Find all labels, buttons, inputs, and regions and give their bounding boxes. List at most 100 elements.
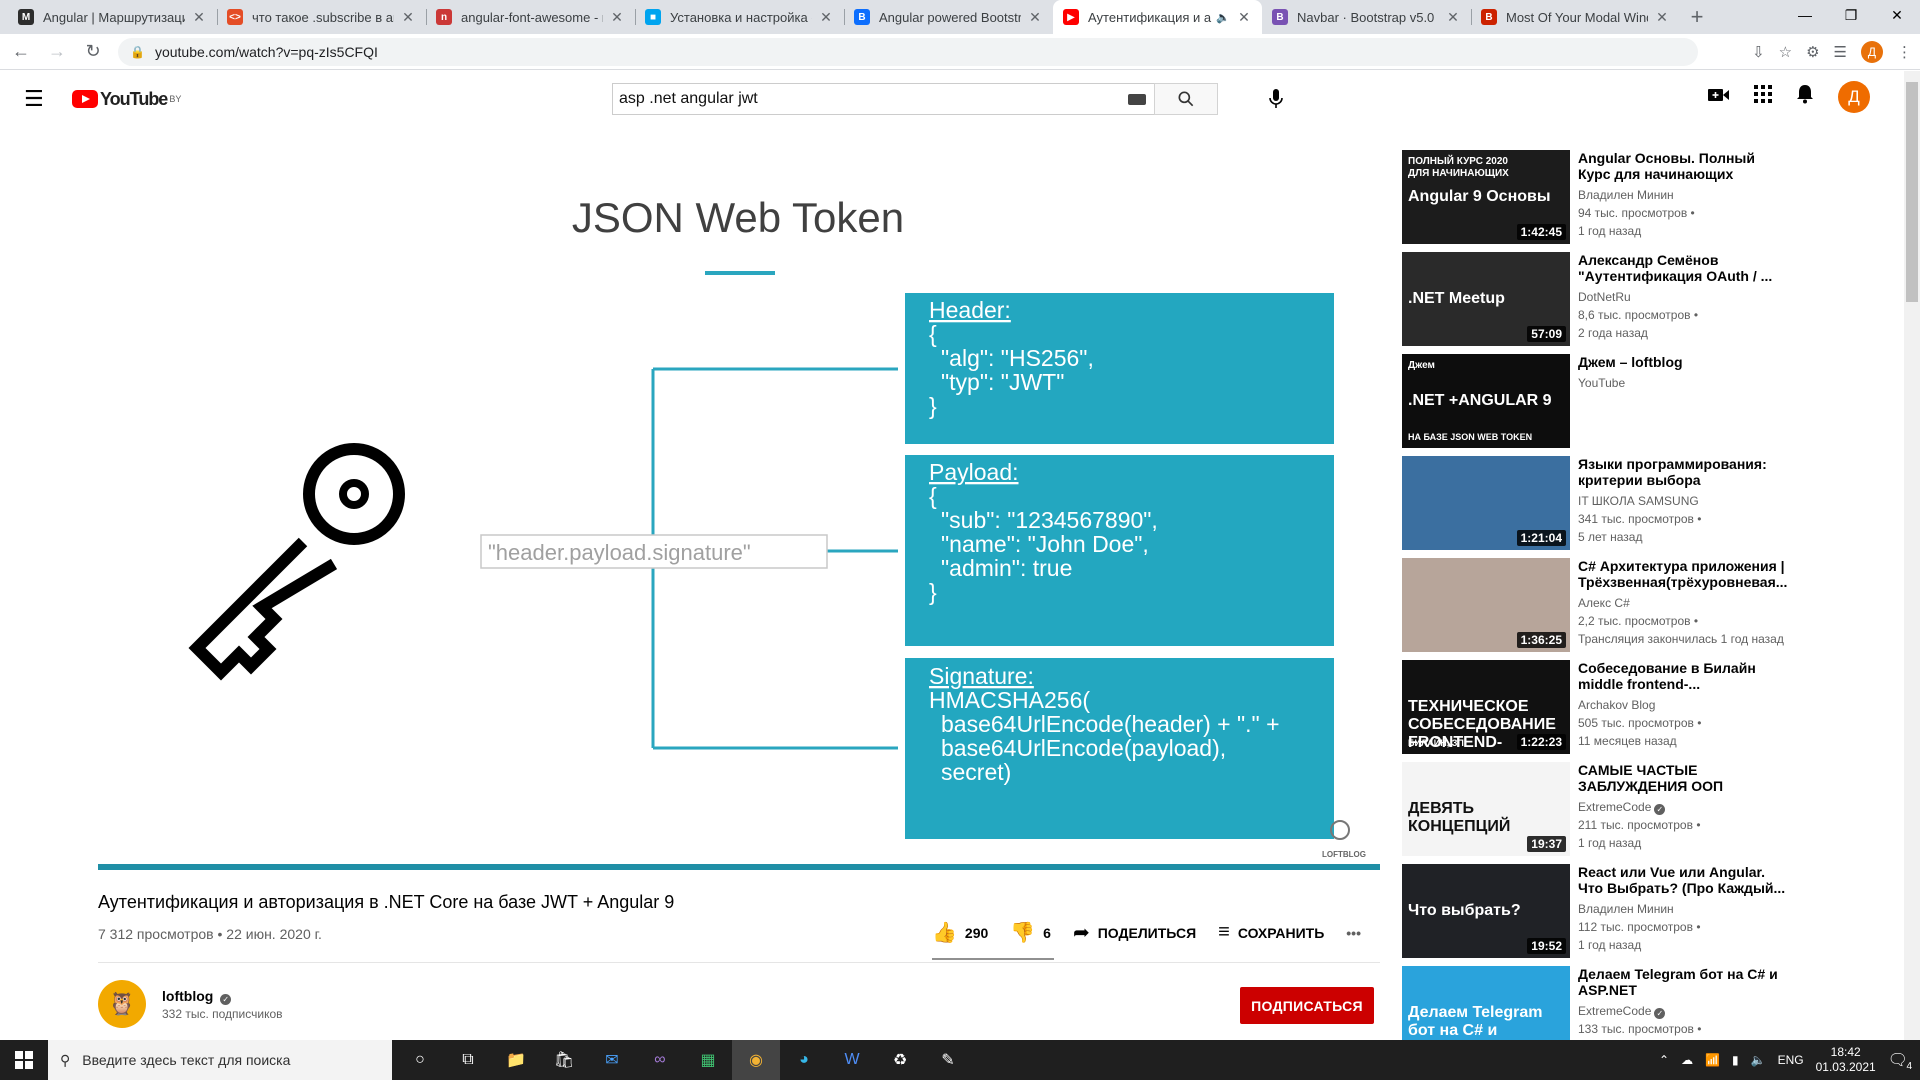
recommendation-title[interactable]: React или Vue или Angular. Что Выбрать? … (1578, 864, 1788, 896)
tray-network-icon[interactable]: 📶 (1705, 1053, 1720, 1067)
forward-icon[interactable]: → (42, 37, 72, 67)
dislike-button[interactable]: 👎 6 (1010, 920, 1051, 945)
recommendation-item[interactable]: 1:36:25 C# Архитектура приложения | Трёхз… (1402, 558, 1792, 660)
tab-close-icon[interactable]: ✕ (609, 9, 625, 26)
tab-close-icon[interactable]: ✕ (400, 9, 416, 26)
close-window-icon[interactable]: ✕ (1874, 0, 1920, 30)
recommendation-item[interactable]: Джем .NET +ANGULAR 9 НА БАЗЕ JSON WEB TOKE… (1402, 354, 1792, 456)
new-tab-button[interactable]: + (1680, 0, 1714, 34)
tray-volume-icon[interactable]: 🔈 (1751, 1053, 1766, 1067)
video-thumbnail[interactable]: ПОЛНЫЙ КУРС 2020 ДЛЯ НАЧИНАЮЩИХ Angular 9… (1402, 150, 1570, 244)
browser-tab[interactable]: n angular-font-awesome - npm ✕ (426, 0, 635, 34)
tab-close-icon[interactable]: ✕ (1654, 9, 1670, 26)
extensions-puzzle-icon[interactable]: ⚙ (1806, 43, 1819, 61)
mail-icon[interactable]: ✉ (588, 1040, 636, 1080)
recommendation-channel[interactable]: DotNetRu (1578, 290, 1631, 304)
install-icon[interactable]: ⇩ (1752, 43, 1765, 61)
tab-close-icon[interactable]: ✕ (818, 9, 834, 26)
visual-studio-icon[interactable]: ∞ (636, 1040, 684, 1080)
video-thumbnail[interactable]: .NET Meetup 57:09 (1402, 252, 1570, 346)
task-view-icon[interactable]: ⧉ (444, 1040, 492, 1080)
more-actions-button[interactable]: ••• (1346, 925, 1361, 941)
reload-icon[interactable]: ↻ (78, 37, 108, 67)
video-thumbnail[interactable]: Джем .NET +ANGULAR 9 НА БАЗЕ JSON WEB TOKE… (1402, 354, 1570, 448)
voice-search-mic-icon[interactable] (1262, 85, 1290, 113)
like-button[interactable]: 👍 290 (932, 920, 988, 945)
recommendation-title[interactable]: Собеседование в Билайн middle frontend-.… (1578, 660, 1788, 692)
video-thumbnail[interactable]: ДЕВЯТЬ КОНЦЕПЦИЙ 19:37 (1402, 762, 1570, 856)
video-player[interactable]: JSON Web Token "header.payload.signature… (98, 150, 1380, 872)
url-input[interactable]: 🔒 youtube.com/watch?v=pq-zIs5CFQI (118, 37, 1698, 66)
subscribe-button[interactable]: ПОДПИСАТЬСЯ (1240, 987, 1374, 1024)
edge-icon[interactable]: ◕ (780, 1040, 828, 1080)
tray-chevron-icon[interactable]: ⌃ (1659, 1053, 1669, 1067)
video-thumbnail[interactable]: ТЕХНИЧЕСКОЕ СОБЕСЕДОВАНИЕ FRONTEND-РАЗРА… (1402, 660, 1570, 754)
notes-app-icon[interactable]: ✎ (924, 1040, 972, 1080)
save-button[interactable]: ≡ СОХРАНИТЬ (1218, 921, 1324, 944)
chrome-icon[interactable]: ◉ (732, 1040, 780, 1080)
recommendation-item[interactable]: Что выбрать? 19:52 React или Vue или Angul… (1402, 864, 1792, 966)
recommendation-item[interactable]: ДЕВЯТЬ КОНЦЕПЦИЙ 19:37 САМЫЕ ЧАСТЫЕ ЗАБЛУЖ… (1402, 762, 1792, 864)
recommendation-channel[interactable]: Archakov Blog (1578, 698, 1655, 712)
video-thumbnail[interactable]: 1:36:25 (1402, 558, 1570, 652)
recommendation-title[interactable]: САМЫЕ ЧАСТЫЕ ЗАБЛУЖДЕНИЯ ООП (1578, 762, 1788, 794)
minimize-icon[interactable]: — (1782, 0, 1828, 30)
recommendation-channel[interactable]: IT ШКОЛА SAMSUNG (1578, 494, 1699, 508)
tab-close-icon[interactable]: ✕ (191, 9, 207, 26)
recommendation-title[interactable]: Angular Основы. Полный Курс для начинающ… (1578, 150, 1788, 182)
excel-icon[interactable]: ▦ (684, 1040, 732, 1080)
tab-close-icon[interactable]: ✕ (1445, 9, 1461, 26)
browser-tab[interactable]: ■ Установка и настройка сервера ✕ (635, 0, 844, 34)
recommendation-title[interactable]: C# Архитектура приложения | Трёхзвенная(… (1578, 558, 1788, 590)
channel-avatar[interactable]: 🦉 (98, 980, 146, 1028)
recommendation-item[interactable]: .NET Meetup 57:09 Александр Семёнов "Аутен… (1402, 252, 1792, 354)
browser-tab[interactable]: B Angular powered Bootstrap ✕ (844, 0, 1053, 34)
file-explorer-icon[interactable]: 📁 (492, 1040, 540, 1080)
recommendation-item[interactable]: ТЕХНИЧЕСКОЕ СОБЕСЕДОВАНИЕ FRONTEND-РАЗРА… (1402, 660, 1792, 762)
browser-tab[interactable]: <> что такое .subscribe в angular ✕ (217, 0, 426, 34)
recommendation-title[interactable]: Языки программирования: критерии выбора (1578, 456, 1788, 488)
bookmark-star-icon[interactable]: ☆ (1779, 43, 1792, 61)
recommendation-title[interactable]: Джем – loftblog (1578, 354, 1788, 370)
recommendation-channel[interactable]: Алекс C# (1578, 596, 1630, 610)
tab-close-icon[interactable]: ✕ (1236, 9, 1252, 26)
create-video-icon[interactable] (1708, 86, 1730, 109)
youtube-logo[interactable]: YouTube BY (72, 89, 181, 110)
channel-name[interactable]: loftblog ✓ (162, 988, 232, 1005)
notification-center-icon[interactable]: 🗨 4 (1888, 1050, 1912, 1072)
language-indicator[interactable]: ENG (1778, 1053, 1804, 1067)
search-button[interactable] (1154, 83, 1218, 115)
recommendation-item[interactable]: 1:21:04 Языки программирования: критерии … (1402, 456, 1792, 558)
video-thumbnail[interactable]: Что выбрать? 19:52 (1402, 864, 1570, 958)
search-input[interactable]: asp .net angular jwt (612, 83, 1154, 115)
video-progress-bar[interactable] (98, 864, 1380, 870)
recommendation-title[interactable]: Делаем Telegram бот на C# и ASP.NET (1578, 966, 1788, 998)
recommendation-channel[interactable]: ExtremeCode (1578, 1004, 1651, 1018)
recommendation-item[interactable]: ПОЛНЫЙ КУРС 2020 ДЛЯ НАЧИНАЮЩИХ Angular 9… (1402, 150, 1792, 252)
recommendation-channel[interactable]: Владилен Минин (1578, 902, 1674, 916)
clock[interactable]: 18:42 01.03.2021 (1816, 1045, 1876, 1075)
notifications-bell-icon[interactable] (1796, 84, 1814, 110)
account-avatar[interactable]: Д (1838, 81, 1870, 113)
recommendation-channel[interactable]: ExtremeCode (1578, 800, 1651, 814)
browser-menu-icon[interactable]: ⋮ (1897, 43, 1912, 61)
taskbar-search[interactable]: ⚲ Введите здесь текст для поиска (48, 1040, 392, 1080)
maximize-icon[interactable]: ❐ (1828, 0, 1874, 30)
cortana-icon[interactable]: ○ (396, 1040, 444, 1080)
reading-list-icon[interactable]: ☰ (1834, 43, 1847, 61)
tray-app-icon[interactable]: ☁ (1681, 1053, 1693, 1067)
store-icon[interactable]: 🛍 (540, 1040, 588, 1080)
apps-grid-icon[interactable] (1754, 85, 1772, 109)
browser-tab[interactable]: M Angular | Маршрутизация ✕ (8, 0, 217, 34)
recommendation-title[interactable]: Александр Семёнов "Аутентификация OAuth … (1578, 252, 1788, 284)
tab-audio-icon[interactable]: 🔈 (1216, 11, 1230, 24)
tray-battery-icon[interactable]: ▮ (1732, 1053, 1739, 1067)
windows-start-icon[interactable] (0, 1040, 48, 1080)
browser-profile-avatar[interactable]: Д (1861, 40, 1883, 63)
recommendation-channel[interactable]: YouTube (1578, 376, 1625, 390)
browser-tab[interactable]: B Navbar · Bootstrap v5.0 ✕ (1262, 0, 1471, 34)
browser-tab[interactable]: ▶ Аутентификация и автори 🔈 ✕ (1053, 0, 1262, 34)
recommendation-channel[interactable]: Владилен Минин (1578, 188, 1674, 202)
keyboard-icon[interactable] (1128, 93, 1146, 105)
word-icon[interactable]: W (828, 1040, 876, 1080)
